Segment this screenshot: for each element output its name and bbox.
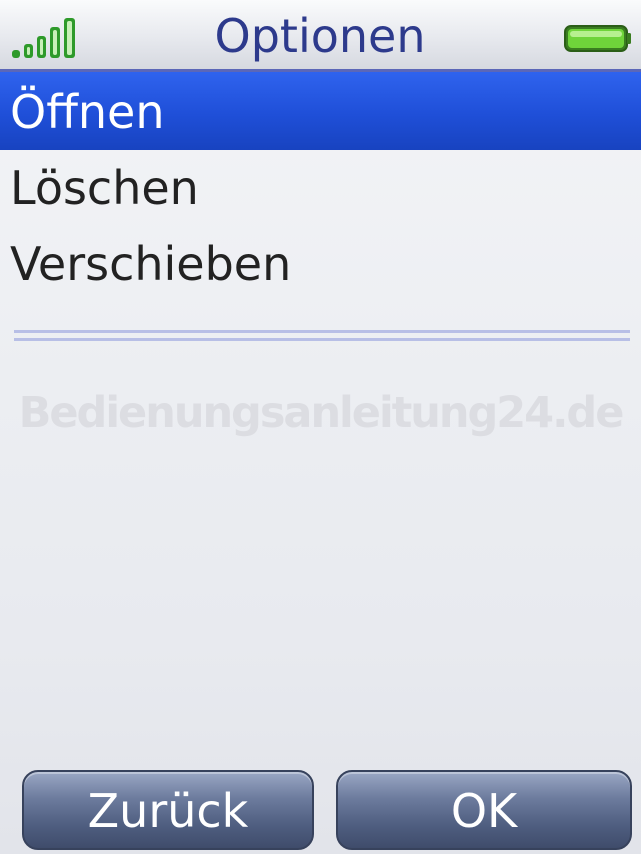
menu-item-oeffnen[interactable]: Öffnen	[0, 72, 641, 150]
divider-line	[14, 338, 630, 341]
back-softkey-button[interactable]: Zurück	[22, 770, 314, 850]
watermark: Bedienungsanleitung24.de	[18, 388, 625, 438]
battery-icon	[564, 25, 631, 52]
signal-bars-icon	[12, 18, 75, 58]
menu-item-label: Verschieben	[10, 237, 292, 291]
divider-line	[14, 330, 630, 333]
options-menu: Öffnen Löschen Verschieben	[0, 72, 641, 302]
title-bar: Optionen	[0, 0, 641, 72]
menu-item-label: Löschen	[10, 161, 199, 215]
page-title: Optionen	[214, 9, 426, 63]
phone-screen: Optionen Öffnen Löschen Verschieben Bedi…	[0, 0, 641, 854]
menu-item-loeschen[interactable]: Löschen	[0, 150, 641, 226]
menu-divider	[14, 330, 630, 342]
menu-item-verschieben[interactable]: Verschieben	[0, 226, 641, 302]
ok-softkey-button[interactable]: OK	[336, 770, 632, 850]
menu-item-label: Öffnen	[10, 85, 165, 139]
